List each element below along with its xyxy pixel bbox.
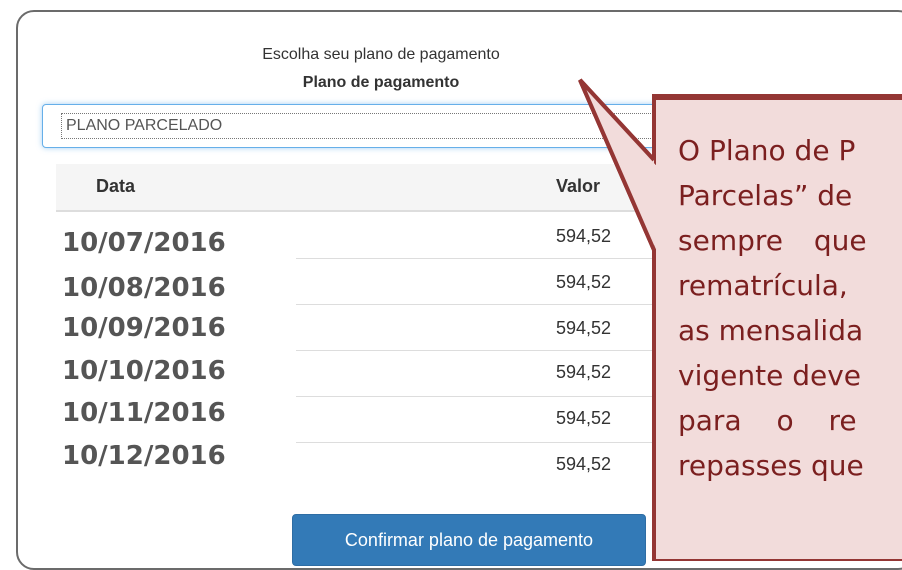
row-value: 594,52 (556, 408, 612, 428)
callout-line: para o re (678, 404, 857, 437)
callout-line: repasses que (678, 449, 864, 482)
row-divider (296, 396, 656, 397)
payment-plan-select[interactable]: PLANO PARCELADO (42, 104, 742, 148)
row-divider (296, 442, 656, 443)
row-date: 10/10/2016 (62, 356, 226, 386)
callout-line: vigente deve (678, 359, 861, 392)
row-value: 594,52 (556, 226, 612, 246)
row-value: 594,52 (556, 362, 612, 382)
row-date: 10/12/2016 (62, 441, 226, 471)
row-value: 594,52 (556, 454, 612, 474)
column-header-value: Valor (556, 176, 601, 196)
callout-text: O Plano de P Parcelas” de sempre que rem… (678, 128, 902, 488)
row-date: 10/08/2016 (62, 273, 226, 303)
row-value: 594,52 (556, 318, 612, 338)
row-date: 10/09/2016 (62, 313, 226, 343)
row-date: 10/11/2016 (62, 398, 226, 428)
row-value: 594,52 (556, 272, 612, 292)
table-header: Data Valor (56, 164, 656, 212)
callout-line: rematrícula, (678, 269, 848, 302)
row-divider (296, 304, 656, 305)
callout-line: as mensalida (678, 314, 864, 347)
callout-line: Parcelas” de (678, 179, 853, 212)
confirm-payment-plan-button[interactable]: Confirmar plano de pagamento (292, 514, 646, 566)
callout-line: O Plano de P (678, 134, 856, 167)
row-divider (296, 350, 656, 351)
form-title: Plano de pagamento (302, 74, 460, 91)
column-header-date: Data (96, 176, 136, 196)
form-subtitle: Escolha seu plano de pagamento (262, 46, 500, 63)
row-divider (296, 258, 656, 259)
row-date: 10/07/2016 (62, 228, 226, 258)
callout-line: sempre que (678, 224, 867, 257)
payment-plan-select-value[interactable]: PLANO PARCELADO (61, 113, 701, 139)
